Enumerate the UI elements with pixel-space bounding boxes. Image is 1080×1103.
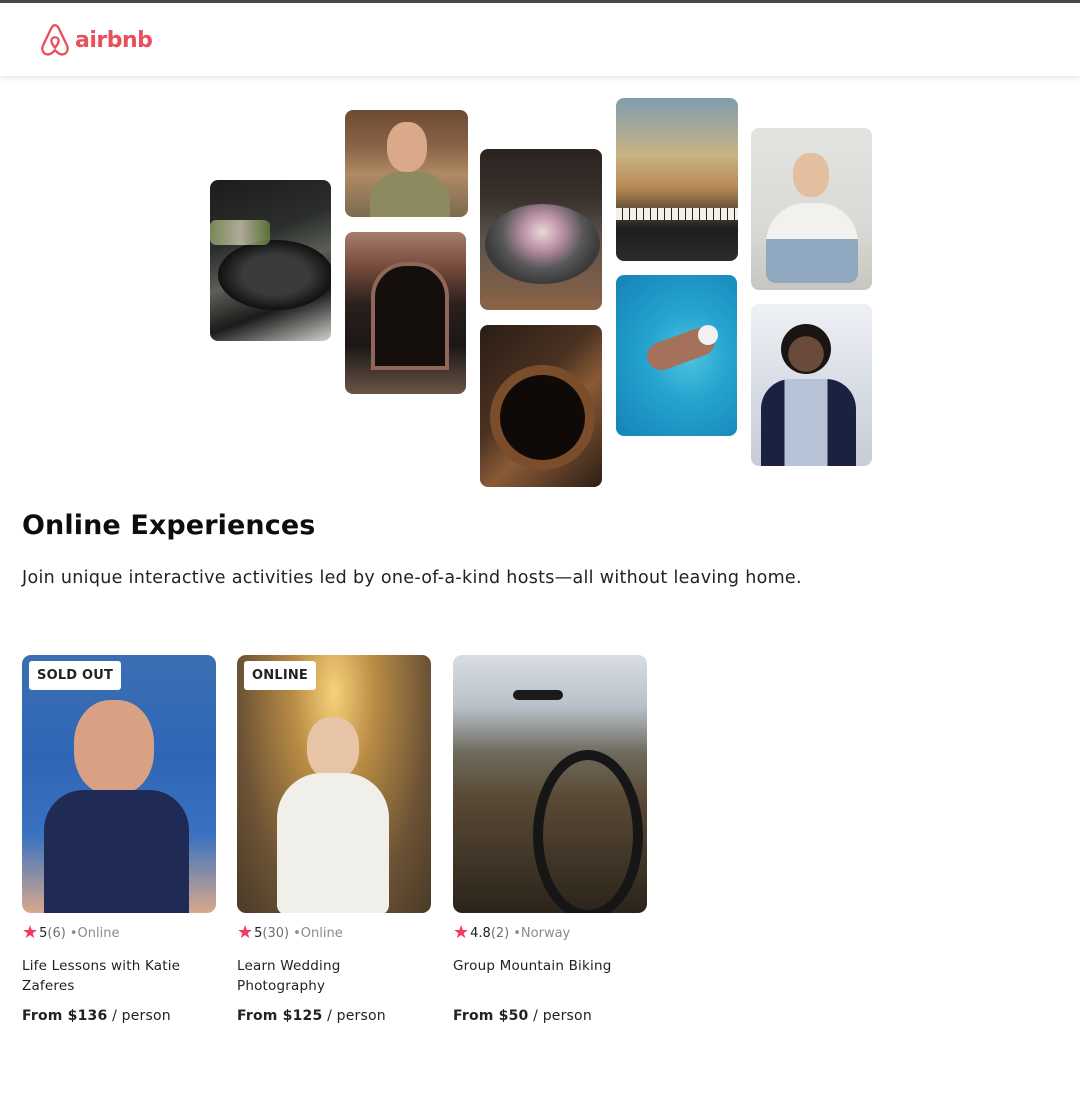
collage-photo-dancer (345, 232, 466, 394)
location-label: •Norway (513, 925, 571, 941)
experience-photo[interactable]: ONLINE (237, 655, 431, 913)
experience-title[interactable]: Learn Wedding Photography (237, 956, 431, 1000)
page-subtitle: Join unique interactive activities led b… (22, 568, 802, 588)
price-value: From $50 (453, 1008, 529, 1024)
navbar: airbnb (0, 3, 1080, 76)
collage-photo-host (345, 110, 468, 217)
review-count: (6) (47, 925, 66, 941)
experience-card[interactable]: ★ 4.8 (2) •Norway Group Mountain Biking … (453, 655, 647, 1024)
review-count: (30) (262, 925, 290, 941)
experience-card[interactable]: ONLINE ★ 5 (30) •Online Learn Wedding Ph… (237, 655, 431, 1024)
collage-photo-bowl (480, 149, 602, 310)
rating-row: ★ 5 (6) •Online (22, 923, 216, 943)
star-icon: ★ (22, 922, 39, 943)
experience-title[interactable]: Group Mountain Biking (453, 956, 647, 1000)
rating-value: 4.8 (470, 925, 491, 941)
collage-photo-singer (751, 304, 872, 466)
status-badge: ONLINE (244, 661, 317, 690)
star-icon: ★ (237, 922, 254, 943)
rating-value: 5 (39, 925, 48, 941)
price-unit: / person (107, 1008, 171, 1024)
price-unit: / person (528, 1008, 592, 1024)
experience-title[interactable]: Life Lessons with Katie Zaferes (22, 956, 216, 1000)
price-value: From $125 (237, 1008, 323, 1024)
price-row: From $136 / person (22, 1008, 216, 1024)
review-count: (2) (490, 925, 510, 941)
experience-photo[interactable]: SOLD OUT (22, 655, 216, 913)
location-label: •Online (69, 925, 120, 941)
collage-photo-swimmer (616, 275, 737, 436)
rating-row: ★ 4.8 (2) •Norway (453, 923, 647, 943)
collage-photo-yoga (751, 128, 872, 290)
price-value: From $136 (22, 1008, 108, 1024)
collage-photo-guitar (480, 325, 602, 487)
collage-photo-cooking (210, 180, 331, 341)
airbnb-logo-icon (41, 24, 69, 56)
rating-value: 5 (254, 925, 263, 941)
page-title: Online Experiences (22, 510, 316, 541)
price-unit: / person (322, 1008, 386, 1024)
status-badge: SOLD OUT (29, 661, 122, 690)
star-icon: ★ (453, 922, 470, 943)
experience-card[interactable]: SOLD OUT ★ 5 (6) •Online Life Lessons wi… (22, 655, 216, 1024)
price-row: From $50 / person (453, 1008, 647, 1024)
logo-wordmark: airbnb (75, 27, 153, 53)
price-row: From $125 / person (237, 1008, 431, 1024)
airbnb-logo-link[interactable]: airbnb (38, 20, 153, 60)
experience-photo[interactable] (453, 655, 647, 913)
collage-photo-piano (616, 98, 738, 261)
location-label: •Online (293, 925, 343, 941)
rating-row: ★ 5 (30) •Online (237, 923, 431, 943)
